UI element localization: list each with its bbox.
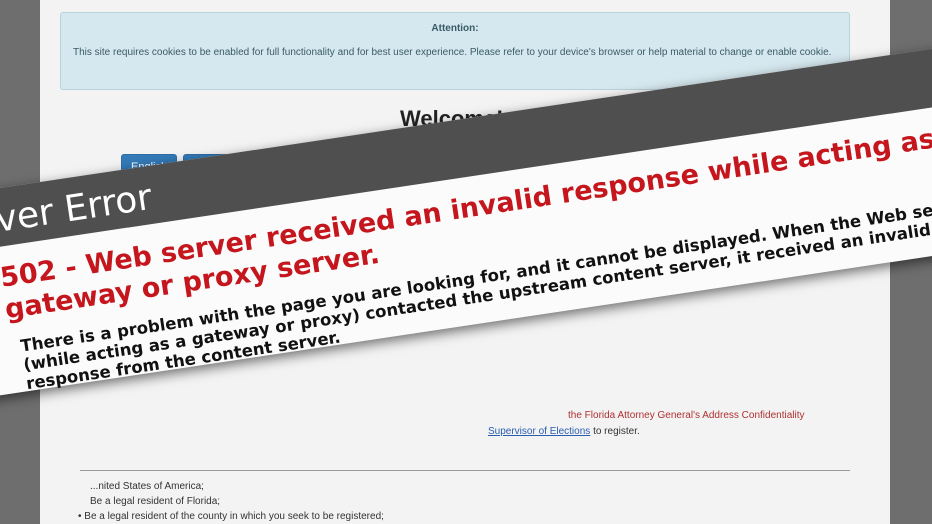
attention-title: Attention:: [431, 23, 479, 34]
register-line: Supervisor of Elections to register.: [488, 426, 640, 437]
criteria-item-3: • Be a legal resident of the county in w…: [78, 511, 384, 522]
criteria-item-2: Be a legal resident of Florida;: [90, 496, 221, 507]
address-confidentiality-text: the Florida Attorney General's Address C…: [568, 410, 805, 421]
attention-text: This site requires cookies to be enabled…: [73, 47, 832, 58]
criteria-item-1: ...nited States of America;: [90, 481, 204, 492]
to-register-text: to register.: [593, 426, 640, 437]
divider: [80, 470, 850, 471]
supervisor-of-elections-link[interactable]: Supervisor of Elections: [488, 426, 590, 437]
criteria-item-3-text: Be a legal resident of the county in whi…: [84, 511, 384, 522]
error-header-title: ver Error: [0, 176, 155, 241]
